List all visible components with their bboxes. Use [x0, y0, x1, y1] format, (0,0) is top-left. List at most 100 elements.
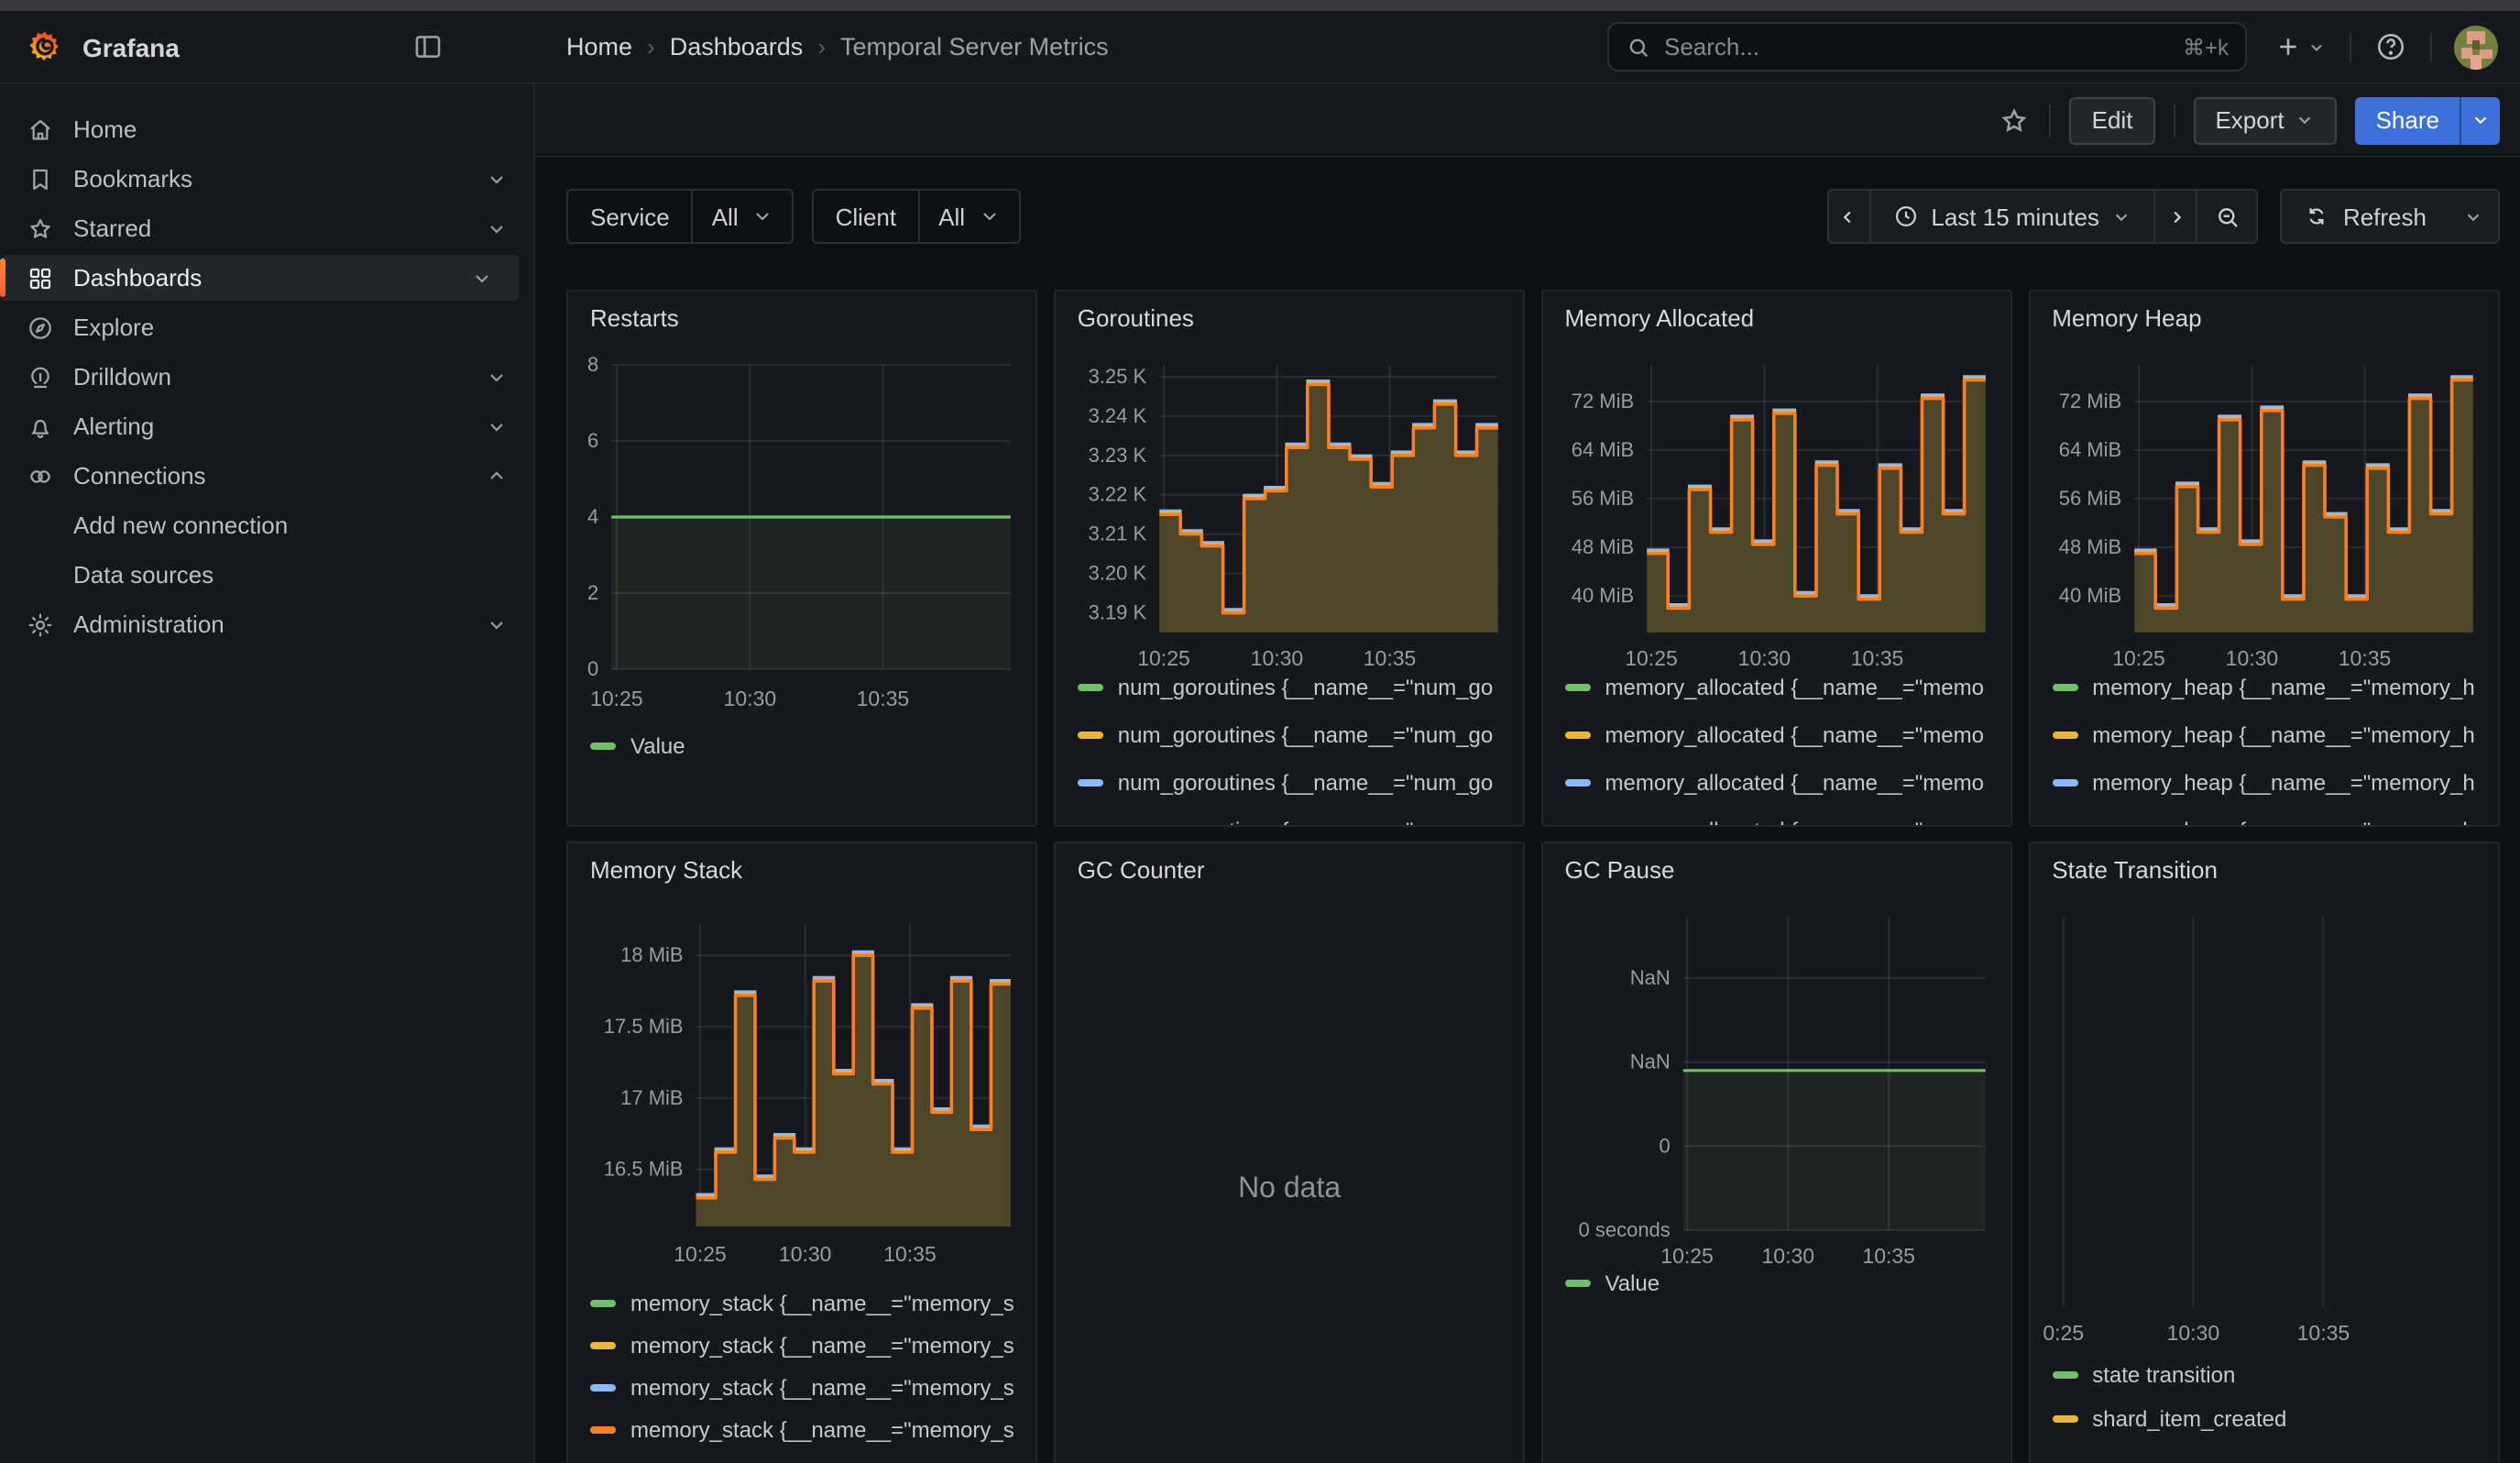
time-range-group: Last 15 minutes [1826, 189, 2259, 244]
legend-item[interactable]: memory_stack {__name__="memory_s [590, 1291, 1025, 1316]
svg-text:0:25: 0:25 [2043, 1321, 2084, 1345]
svg-text:48 MiB: 48 MiB [2058, 535, 2120, 558]
add-new-button[interactable] [2262, 33, 2339, 60]
panel-memory-stack: Memory Stack16.5 MiB17 MiB17.5 MiB18 MiB… [566, 842, 1038, 1463]
svg-text:NaN: NaN [1629, 1050, 1670, 1073]
avatar[interactable] [2454, 25, 2498, 69]
legend-item[interactable]: memory_stack {__name__="memory_s [590, 1333, 1025, 1358]
svg-text:10:25: 10:25 [1137, 646, 1190, 670]
legend-label: memory_allocated {__name__="memo [1605, 675, 1984, 700]
legend-item[interactable]: memory_heap {__name__="memory_h [2052, 675, 2487, 700]
svg-text:48 MiB: 48 MiB [1571, 535, 1633, 558]
panel-title[interactable]: Memory Stack [590, 856, 742, 884]
breadcrumb-home[interactable]: Home [566, 33, 632, 60]
svg-text:10:30: 10:30 [1737, 646, 1791, 670]
sidebar-item-label: Administration [73, 610, 225, 638]
connections-icon [26, 461, 55, 490]
legend-item[interactable]: Value [1565, 1270, 2000, 1296]
refresh-button[interactable]: Refresh [2281, 189, 2450, 244]
legend-item[interactable]: memory_stack {__name__="memory_s [590, 1375, 1025, 1401]
share-button[interactable]: Share [2356, 96, 2460, 144]
chart[interactable]: 16.5 MiB17 MiB17.5 MiB18 MiB10:2510:3010… [568, 843, 1038, 1463]
svg-text:72 MiB: 72 MiB [2058, 390, 2120, 412]
sidebar-item-connections[interactable]: Connections [0, 453, 533, 499]
legend-label: num_goroutines {__name__="num_go [1118, 722, 1494, 748]
sidebar-item-drilldown[interactable]: Drilldown [0, 354, 533, 400]
share-dropdown-button[interactable] [2460, 96, 2500, 144]
legend-item[interactable]: state transition [2052, 1362, 2487, 1388]
time-range-picker-button[interactable]: Last 15 minutes [1868, 189, 2156, 244]
time-shift-back-button[interactable] [1826, 189, 1870, 244]
search-input[interactable] [1664, 33, 2170, 60]
panel-state-transition: State Transition0:2510:3010:35state tran… [2028, 842, 2500, 1463]
panel-title[interactable]: GC Counter [1078, 856, 1205, 884]
sidebar-item-home[interactable]: Home [0, 106, 533, 152]
export-button[interactable]: Export [2193, 96, 2337, 144]
sidebar-item-add-new-connection[interactable]: Add new connection [0, 502, 533, 548]
svg-text:6: 6 [587, 429, 598, 452]
panel-title[interactable]: Restarts [590, 304, 679, 332]
sidebar-toggle-icon[interactable] [412, 31, 444, 62]
time-zoom-out-button[interactable] [2197, 189, 2259, 244]
sidebar-item-alerting[interactable]: Alerting [0, 403, 533, 449]
bookmark-icon [26, 164, 55, 193]
legend-item[interactable]: num_goroutines {__name__="num_go [1078, 675, 1513, 700]
panel-grid: Restarts0246810:2510:3010:35ValueGorouti… [566, 290, 2500, 1463]
time-shift-forward-button[interactable] [2154, 189, 2198, 244]
svg-text:64 MiB: 64 MiB [1571, 438, 1633, 461]
search-box[interactable]: ⌘+k [1607, 22, 2247, 72]
sidebar-item-starred[interactable]: Starred [0, 205, 533, 251]
svg-text:56 MiB: 56 MiB [1571, 487, 1633, 510]
help-icon[interactable] [2362, 31, 2419, 62]
svg-text:4: 4 [587, 505, 598, 528]
legend-item[interactable]: memory_stack {__name__="memory_s [590, 1417, 1025, 1443]
panel-title[interactable]: Goroutines [1078, 304, 1194, 332]
search-shortcut: ⌘+k [2183, 34, 2229, 60]
legend-item[interactable]: memory_allocated {__name__="memo [1565, 675, 2000, 700]
variable-client-value-dropdown[interactable]: All [920, 191, 1018, 242]
legend-item[interactable]: memory_allocated {__name__="memo [1565, 818, 2000, 827]
svg-text:10:35: 10:35 [1862, 1244, 1915, 1268]
sidebar-item-dashboards[interactable]: Dashboards [0, 255, 519, 301]
svg-text:10:35: 10:35 [2338, 646, 2391, 670]
panel-title[interactable]: Memory Allocated [1565, 304, 1755, 332]
panel-title[interactable]: GC Pause [1565, 856, 1675, 884]
grafana-logo-icon[interactable] [26, 28, 64, 66]
legend-label: memory_heap {__name__="memory_h [2092, 818, 2474, 827]
header-right: ⌘+k [1607, 22, 2520, 72]
legend-swatch [1078, 779, 1103, 786]
star-dashboard-icon[interactable] [1999, 104, 2032, 137]
legend-item[interactable]: memory_allocated {__name__="memo [1565, 722, 2000, 748]
legend-item[interactable]: shard_item_created [2052, 1405, 2487, 1431]
template-variables: ServiceAllClientAll [566, 189, 1020, 244]
edit-button[interactable]: Edit [2070, 96, 2155, 144]
sidebar-item-data-sources[interactable]: Data sources [0, 552, 533, 598]
dashboards-grid-icon [26, 263, 55, 292]
sidebar-item-administration[interactable]: Administration [0, 601, 533, 647]
panel-title[interactable]: State Transition [2052, 856, 2218, 884]
legend-item[interactable]: memory_heap {__name__="memory_h [2052, 722, 2487, 748]
legend-swatch [2052, 684, 2077, 691]
legend-swatch [1078, 684, 1103, 691]
panel-title[interactable]: Memory Heap [2052, 304, 2201, 332]
sidebar-item-bookmarks[interactable]: Bookmarks [0, 156, 533, 202]
chart[interactable]: 0 seconds0NaNNaN10:2510:3010:35 [1543, 843, 2013, 1463]
sidebar-item-label: Add new connection [73, 512, 288, 539]
legend-item[interactable]: num_goroutines {__name__="num_go [1078, 722, 1513, 748]
legend-item[interactable]: memory_heap {__name__="memory_h [2052, 818, 2487, 827]
legend-item[interactable]: memory_allocated {__name__="memo [1565, 770, 2000, 796]
time-controls: Last 15 minutes [1826, 189, 2500, 244]
svg-text:3.19 K: 3.19 K [1088, 601, 1146, 624]
breadcrumb-dashboards[interactable]: Dashboards [670, 33, 804, 60]
legend-item[interactable]: num_goroutines {__name__="num_go [1078, 770, 1513, 796]
legend-item[interactable]: memory_heap {__name__="memory_h [2052, 770, 2487, 796]
legend-item[interactable]: num_goroutines {__name__="num_go [1078, 818, 1513, 827]
svg-text:72 MiB: 72 MiB [1571, 390, 1633, 412]
sidebar-item-label: Connections [73, 462, 206, 490]
refresh-interval-dropdown[interactable] [2449, 189, 2500, 244]
legend-swatch [2052, 1371, 2077, 1379]
sidebar-item-explore[interactable]: Explore [0, 304, 533, 350]
variable-service-value-dropdown[interactable]: All [694, 191, 792, 242]
svg-text:10:35: 10:35 [2296, 1321, 2350, 1345]
legend-item[interactable]: Value [590, 733, 1025, 759]
